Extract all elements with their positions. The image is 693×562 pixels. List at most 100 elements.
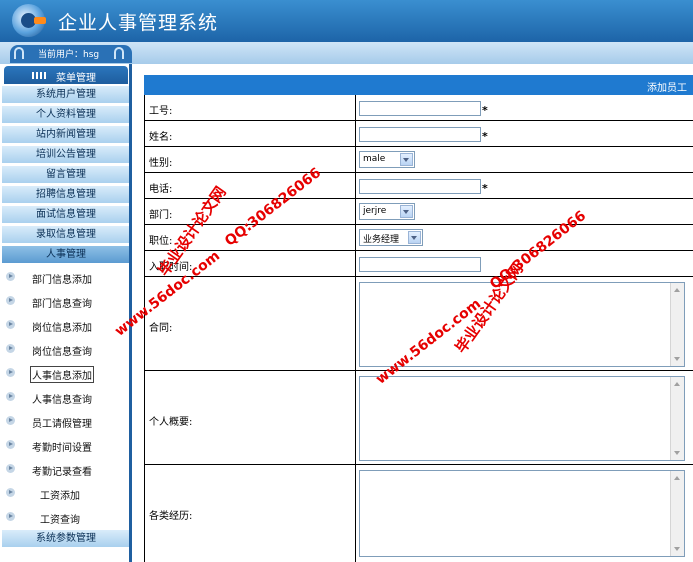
department-select[interactable]: jerjre bbox=[359, 203, 415, 220]
sidebar-item-label: 人事信息添加 bbox=[30, 366, 94, 383]
nav-personal-profile[interactable]: 个人资料管理 bbox=[2, 106, 130, 124]
app-title: 企业人事管理系统 bbox=[58, 12, 219, 34]
position-select[interactable]: 业务经理 bbox=[359, 229, 423, 246]
scroll-up-icon[interactable] bbox=[674, 382, 680, 386]
sidebar-item-salary-query[interactable]: 工资查询 bbox=[0, 506, 130, 530]
arrow-bullet-icon bbox=[6, 512, 15, 521]
sidebar-item-label: 岗位信息添加 bbox=[32, 323, 92, 334]
sidebar-item-label: 考勤时间设置 bbox=[32, 443, 92, 454]
row-department: 部门: jerjre bbox=[145, 199, 693, 225]
scroll-up-icon[interactable] bbox=[674, 288, 680, 292]
sidebar-item-label: 部门信息添加 bbox=[32, 275, 92, 286]
sidebar-item-salary-add[interactable]: 工资添加 bbox=[0, 482, 130, 506]
nav-messages[interactable]: 留言管理 bbox=[2, 166, 130, 184]
row-position: 职位: 业务经理 bbox=[145, 225, 693, 251]
sidebar-item-dept-add[interactable]: 部门信息添加 bbox=[0, 266, 130, 290]
menu-header-label: 菜单管理 bbox=[56, 73, 96, 84]
arrow-bullet-icon bbox=[6, 416, 15, 425]
nav-hr-management[interactable]: 人事管理 bbox=[2, 246, 130, 264]
arrow-bullet-icon bbox=[6, 392, 15, 401]
sidebar-item-label: 员工请假管理 bbox=[32, 419, 92, 430]
sidebar-item-hr-query[interactable]: 人事信息查询 bbox=[0, 386, 130, 410]
nav-training-notice[interactable]: 培训公告管理 bbox=[2, 146, 130, 164]
label-phone: 电话: bbox=[149, 184, 173, 195]
row-entry-time: 入职时间: bbox=[145, 251, 693, 277]
nav-site-news[interactable]: 站内新闻管理 bbox=[2, 126, 130, 144]
menu-grid-icon bbox=[32, 72, 46, 79]
textarea-scrollbar[interactable] bbox=[670, 377, 684, 460]
sidebar-item-dept-query[interactable]: 部门信息查询 bbox=[0, 290, 130, 314]
label-gender: 性别: bbox=[149, 158, 173, 169]
sidebar-item-label: 工资添加 bbox=[40, 491, 80, 502]
arrow-bullet-icon bbox=[6, 368, 15, 377]
sidebar-item-label: 人事信息查询 bbox=[32, 395, 92, 406]
nav-system-params[interactable]: 系统参数管理 bbox=[2, 530, 130, 548]
row-phone: 电话: * bbox=[145, 173, 693, 199]
form-title-bar: 添加员工 bbox=[144, 75, 693, 95]
sidebar-item-label: 考勤记录查看 bbox=[32, 467, 92, 478]
row-employee-no: 工号: * bbox=[145, 95, 693, 121]
textarea-scrollbar[interactable] bbox=[670, 283, 684, 366]
sidebar-border bbox=[129, 64, 132, 562]
arrow-bullet-icon bbox=[6, 440, 15, 449]
employee-no-input[interactable] bbox=[359, 101, 481, 116]
arrow-bullet-icon bbox=[6, 272, 15, 281]
label-profile: 个人概要: bbox=[149, 417, 193, 428]
required-mark: * bbox=[482, 182, 488, 195]
app-window: 企业人事管理系统 当前用户：hsg 菜单管理 系统用户管理 个人资料管理 站内新… bbox=[0, 0, 693, 562]
nav-hiring[interactable]: 录取信息管理 bbox=[2, 226, 130, 244]
sidebar-item-leave[interactable]: 员工请假管理 bbox=[0, 410, 130, 434]
sidebar-item-attendance-time[interactable]: 考勤时间设置 bbox=[0, 434, 130, 458]
main-content: 添加员工 工号: * 姓名: * 性别: male 电话: * 部门: jerj… bbox=[144, 75, 693, 562]
gender-select-value: male bbox=[363, 154, 386, 164]
contract-textarea[interactable] bbox=[359, 282, 685, 367]
row-contract: 合同: bbox=[145, 277, 693, 371]
nav-recruitment[interactable]: 招聘信息管理 bbox=[2, 186, 130, 204]
sidebar-item-label: 岗位信息查询 bbox=[32, 347, 92, 358]
user-tab-right-icon bbox=[114, 47, 124, 59]
label-name: 姓名: bbox=[149, 132, 173, 143]
add-employee-form: 工号: * 姓名: * 性别: male 电话: * 部门: jerjre 职位… bbox=[144, 95, 693, 562]
current-user-label: 当前用户：hsg bbox=[38, 50, 100, 60]
profile-textarea[interactable] bbox=[359, 376, 685, 461]
arrow-bullet-icon bbox=[6, 344, 15, 353]
scroll-up-icon[interactable] bbox=[674, 476, 680, 480]
arrow-bullet-icon bbox=[6, 464, 15, 473]
scroll-down-icon[interactable] bbox=[674, 547, 680, 551]
sidebar-item-post-add[interactable]: 岗位信息添加 bbox=[0, 314, 130, 338]
row-profile: 个人概要: bbox=[145, 371, 693, 465]
app-logo-icon bbox=[12, 4, 46, 37]
row-gender: 性别: male bbox=[145, 147, 693, 173]
label-contract: 合同: bbox=[149, 323, 173, 334]
required-mark: * bbox=[482, 104, 488, 117]
arrow-bullet-icon bbox=[6, 296, 15, 305]
name-input[interactable] bbox=[359, 127, 481, 142]
gender-select[interactable]: male bbox=[359, 151, 415, 168]
row-experience: 各类经历: bbox=[145, 465, 693, 562]
textarea-scrollbar[interactable] bbox=[670, 471, 684, 556]
scroll-down-icon[interactable] bbox=[674, 357, 680, 361]
label-department: 部门: bbox=[149, 210, 173, 221]
label-entry-time: 入职时间: bbox=[149, 262, 193, 273]
experience-textarea[interactable] bbox=[359, 470, 685, 557]
label-employee-no: 工号: bbox=[149, 106, 173, 117]
sidebar-item-post-query[interactable]: 岗位信息查询 bbox=[0, 338, 130, 362]
nav-system-users[interactable]: 系统用户管理 bbox=[2, 86, 130, 104]
entry-time-input[interactable] bbox=[359, 257, 481, 272]
menu-header[interactable]: 菜单管理 bbox=[4, 66, 128, 84]
scroll-down-icon[interactable] bbox=[674, 451, 680, 455]
department-select-value: jerjre bbox=[363, 206, 387, 216]
required-mark: * bbox=[482, 130, 488, 143]
phone-input[interactable] bbox=[359, 179, 481, 194]
nav-interview[interactable]: 面试信息管理 bbox=[2, 206, 130, 224]
user-tab-left-icon bbox=[14, 47, 24, 59]
sidebar-item-label: 工资查询 bbox=[40, 515, 80, 526]
position-select-value: 业务经理 bbox=[363, 235, 400, 245]
chevron-down-icon bbox=[408, 231, 421, 244]
sidebar-item-hr-add[interactable]: 人事信息添加 bbox=[0, 362, 130, 386]
header-bar: 企业人事管理系统 bbox=[0, 0, 693, 42]
chevron-down-icon bbox=[400, 205, 413, 218]
label-position: 职位: bbox=[149, 236, 173, 247]
sidebar-item-attendance-records[interactable]: 考勤记录查看 bbox=[0, 458, 130, 482]
sidebar: 菜单管理 系统用户管理 个人资料管理 站内新闻管理 培训公告管理 留言管理 招聘… bbox=[0, 64, 130, 562]
